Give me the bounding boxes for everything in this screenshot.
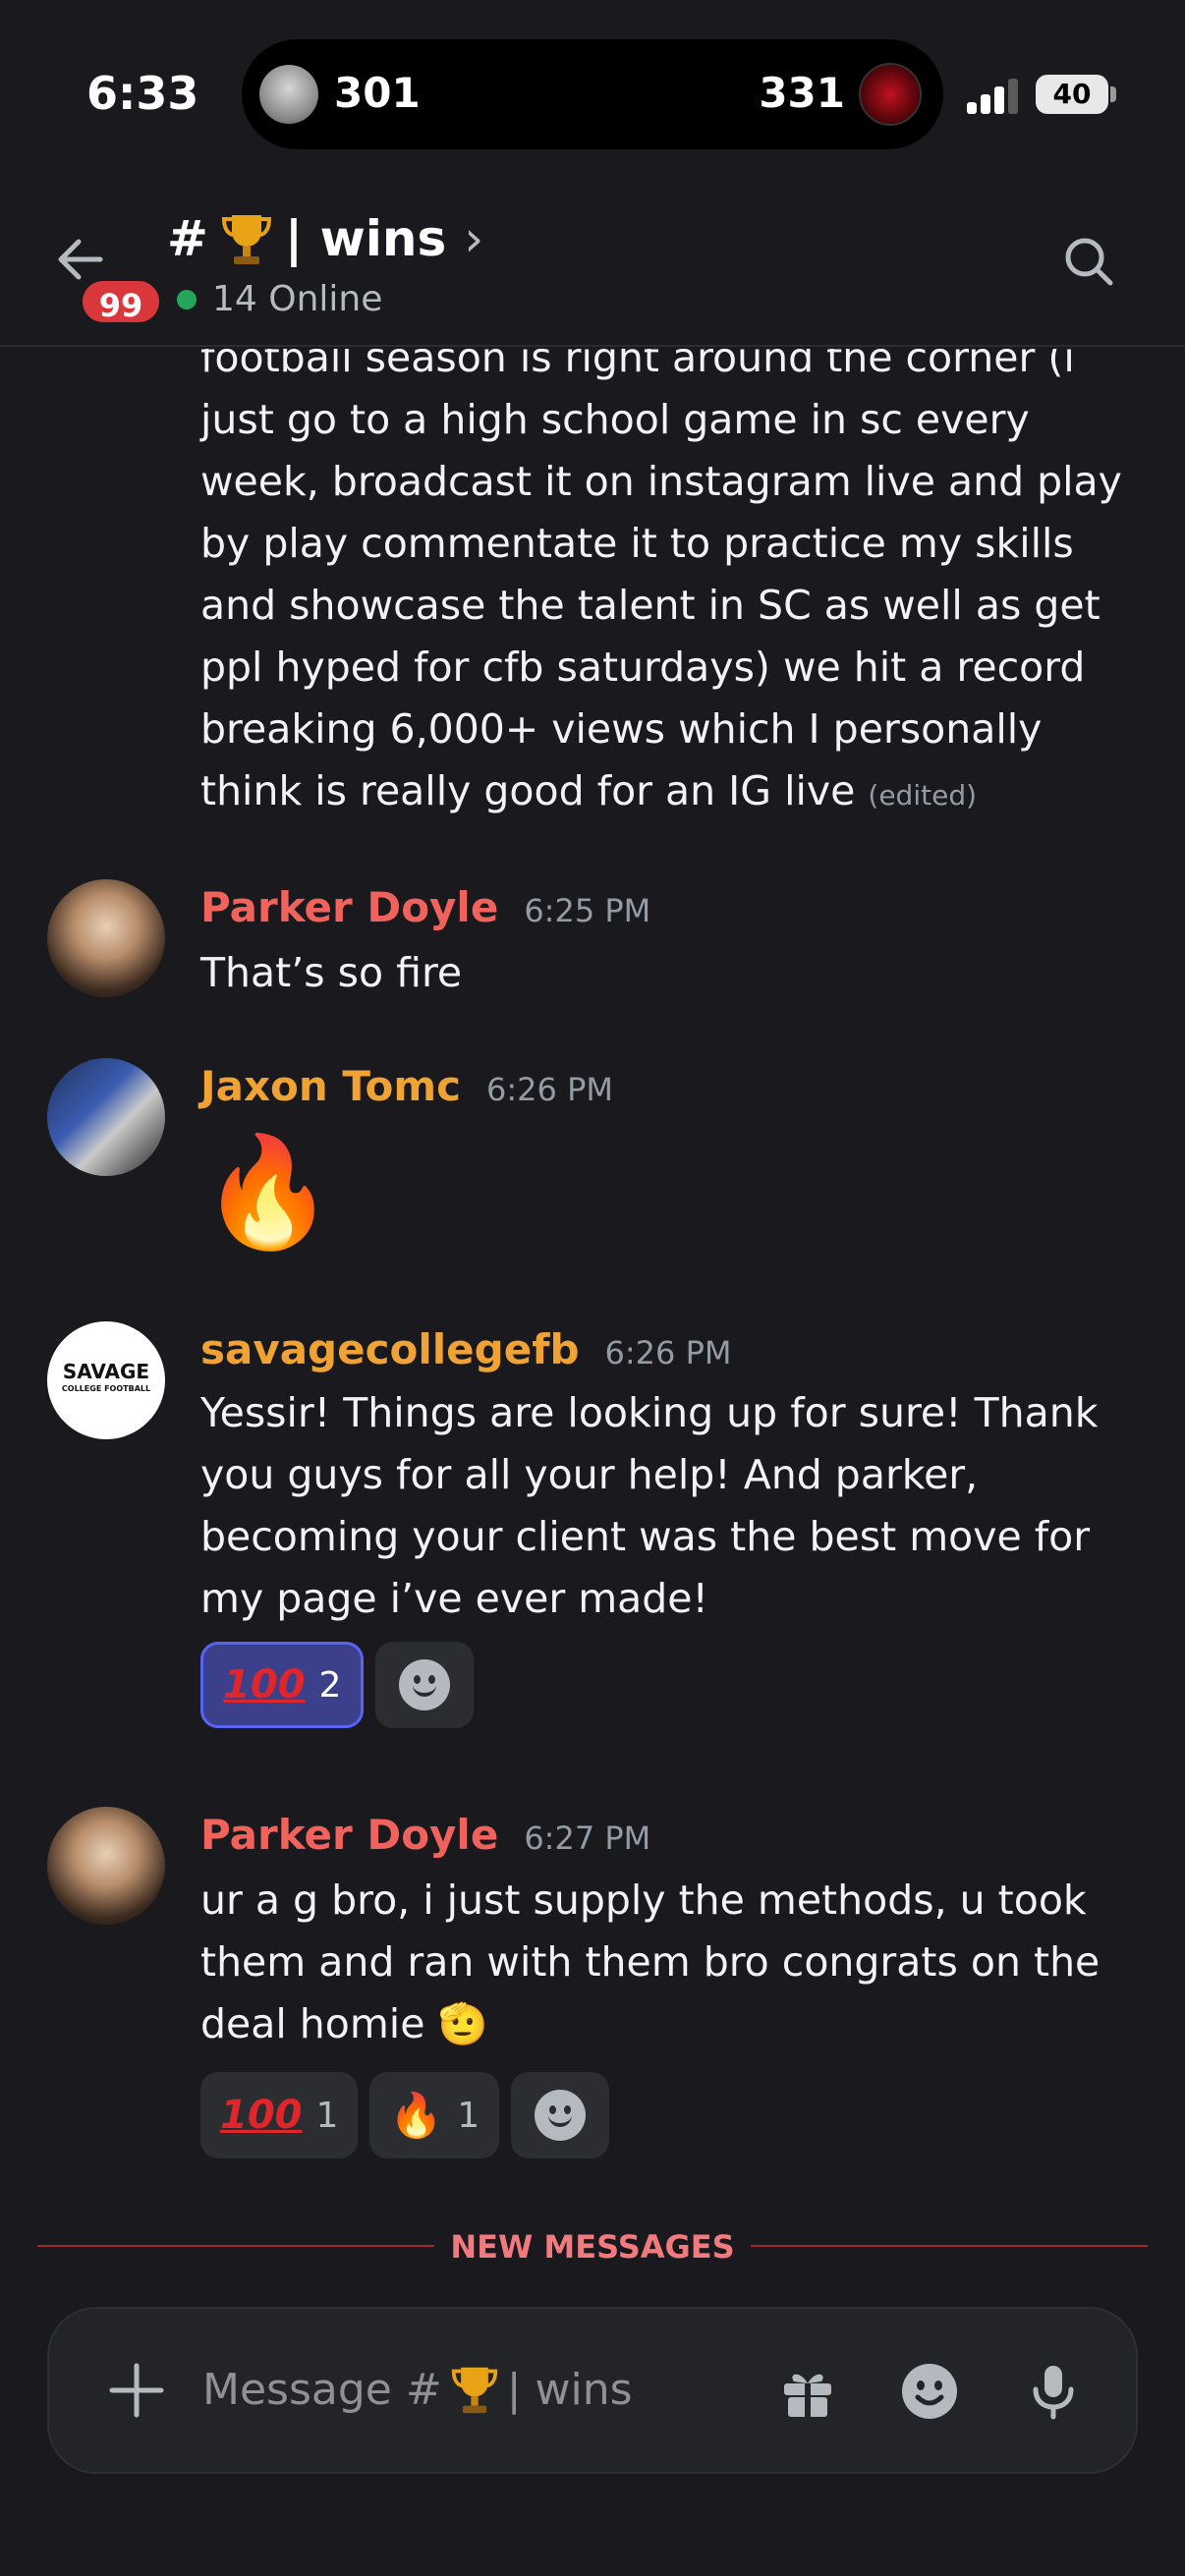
add-reaction-button[interactable] xyxy=(375,1642,475,1728)
reaction-100[interactable]: 100 1 xyxy=(200,2072,359,2158)
avatar[interactable]: SAVAGE COLLEGE FOOTBALL xyxy=(47,1321,165,1439)
message-input[interactable]: Message # | wins xyxy=(202,2362,633,2417)
avatar[interactable] xyxy=(47,879,165,997)
fire-icon: 🔥 xyxy=(389,2091,444,2141)
message-author[interactable]: Parker Doyle 6:27 PM xyxy=(200,1811,650,1859)
message-text: Yessir! Things are looking up for sure! … xyxy=(200,1389,1099,1622)
new-messages-divider[interactable]: NEW MESSAGES xyxy=(37,2224,1148,2268)
emoji-icon[interactable] xyxy=(898,2360,961,2423)
reaction-bar: 100 2 xyxy=(200,1642,475,1728)
add-reaction-button[interactable] xyxy=(511,2072,610,2158)
message-timestamp: 6:27 PM xyxy=(524,1820,651,1857)
reaction-count: 2 xyxy=(318,1664,342,1706)
author-name: Jaxon Tomc xyxy=(200,1062,462,1110)
unread-badge: 99 xyxy=(79,277,163,326)
message-author[interactable]: Jaxon Tomc 6:26 PM xyxy=(200,1062,613,1110)
battery-tip xyxy=(1110,86,1116,102)
search-icon[interactable] xyxy=(1061,234,1116,289)
reaction-bar: 100 1 🔥 1 xyxy=(200,2072,610,2158)
channel-hash: # xyxy=(167,210,208,267)
message-author[interactable]: savagecollegefb 6:26 PM xyxy=(200,1325,731,1373)
microphone-icon[interactable] xyxy=(1022,2360,1085,2423)
avatar[interactable] xyxy=(47,1807,165,1925)
battery-level: 40 xyxy=(1036,75,1108,114)
status-time: 6:33 xyxy=(86,67,199,120)
edited-label: (edited) xyxy=(868,779,978,812)
new-messages-label: NEW MESSAGES xyxy=(450,2228,735,2266)
trophy-icon xyxy=(451,2367,497,2414)
saluting-face-emoji: 🫡 xyxy=(437,2000,488,2047)
hundred-points-icon: 100 xyxy=(223,1662,306,1708)
online-count: 14 Online xyxy=(212,279,383,319)
avatar[interactable] xyxy=(47,1058,165,1176)
reaction-100[interactable]: 100 2 xyxy=(200,1642,365,1728)
online-status: 14 Online xyxy=(177,279,382,319)
fire-emoji: 🔥 xyxy=(200,1129,335,1255)
message-author[interactable]: Parker Doyle 6:25 PM xyxy=(200,883,650,931)
message-text: football season is right around the corn… xyxy=(200,349,1122,814)
status-bar: 6:33 301 331 40 xyxy=(0,0,1185,177)
channel-name: | wins xyxy=(284,210,447,267)
channel-title[interactable]: # | wins › xyxy=(167,204,483,273)
placeholder-suffix: | wins xyxy=(506,2364,633,2415)
message-composer[interactable]: Message # | wins xyxy=(47,2307,1138,2474)
live-activity-right-logo xyxy=(859,63,922,126)
live-activity-left-score: 301 xyxy=(334,69,421,117)
dynamic-island-live-activity[interactable]: 301 331 xyxy=(242,39,943,149)
savage-logo: SAVAGE COLLEGE FOOTBALL xyxy=(61,1362,151,1398)
live-activity-left-avatar xyxy=(259,65,318,124)
message-list[interactable]: football season is right around the corn… xyxy=(0,349,1185,2269)
reaction-count: 1 xyxy=(315,2095,339,2136)
author-name: savagecollegefb xyxy=(200,1325,580,1373)
online-dot-icon xyxy=(177,289,197,309)
placeholder-prefix: Message # xyxy=(202,2364,442,2415)
message-body: ur a g bro, i just supply the methods, u… xyxy=(200,1870,1144,2055)
author-name: Parker Doyle xyxy=(200,1811,499,1859)
cellular-signal-icon xyxy=(967,79,1022,114)
reaction-fire[interactable]: 🔥 1 xyxy=(369,2072,500,2158)
message-timestamp: 6:25 PM xyxy=(524,892,651,929)
hundred-points-icon: 100 xyxy=(220,2093,303,2138)
trophy-icon xyxy=(221,215,271,264)
divider-line xyxy=(37,2245,434,2247)
author-name: Parker Doyle xyxy=(200,883,499,931)
message-timestamp: 6:26 PM xyxy=(486,1071,613,1108)
reaction-count: 1 xyxy=(457,2095,480,2136)
plus-icon[interactable] xyxy=(106,2360,167,2421)
gift-icon[interactable] xyxy=(776,2360,839,2423)
message-timestamp: 6:26 PM xyxy=(604,1334,732,1372)
live-activity-right-score: 331 xyxy=(759,69,845,117)
chevron-right-icon: › xyxy=(464,210,484,267)
add-reaction-icon xyxy=(399,1659,451,1710)
message-text: ur a g bro, i just supply the methods, u… xyxy=(200,1876,1100,2047)
channel-header: 99 # | wins › 14 Online xyxy=(0,177,1185,347)
logo-subtext: COLLEGE FOOTBALL xyxy=(61,1384,151,1393)
message-continuation[interactable]: football season is right around the corn… xyxy=(200,349,1144,826)
add-reaction-icon xyxy=(535,2090,587,2141)
divider-line xyxy=(751,2245,1148,2247)
message-text: That’s so fire xyxy=(200,949,463,996)
